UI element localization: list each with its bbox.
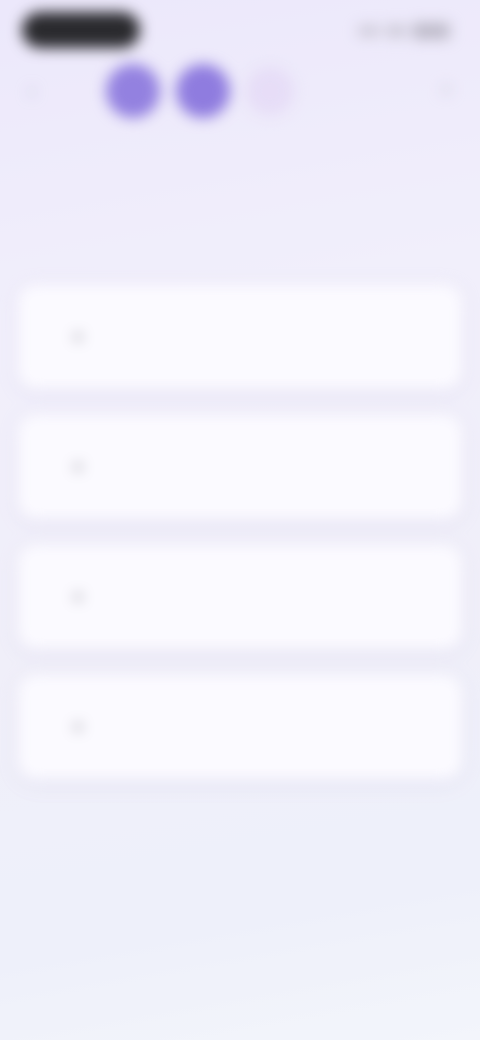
close-icon[interactable]: ✕: [428, 80, 454, 100]
option-icon: •: [74, 716, 82, 737]
wifi-icon: [386, 25, 406, 37]
progress-step-2: [176, 64, 230, 118]
onboarding-screen: ‹ ✕ • • • •: [0, 0, 480, 1040]
progress-step-1: [106, 64, 160, 118]
option-icon: •: [74, 456, 82, 477]
progress-step-3: [246, 67, 294, 115]
answer-option-2[interactable]: •: [18, 415, 462, 519]
answer-options: • • • •: [18, 285, 462, 805]
option-icon: •: [74, 326, 82, 347]
answer-option-4[interactable]: •: [18, 675, 462, 779]
battery-icon: [412, 23, 450, 39]
signal-icon: [358, 26, 380, 36]
option-icon: •: [74, 586, 82, 607]
answer-option-1[interactable]: •: [18, 285, 462, 389]
status-bar-pill: [22, 12, 140, 48]
progress-indicator: [106, 64, 294, 118]
status-bar-icons: [358, 22, 450, 40]
chevron-left-icon[interactable]: ‹: [28, 80, 46, 102]
answer-option-3[interactable]: •: [18, 545, 462, 649]
